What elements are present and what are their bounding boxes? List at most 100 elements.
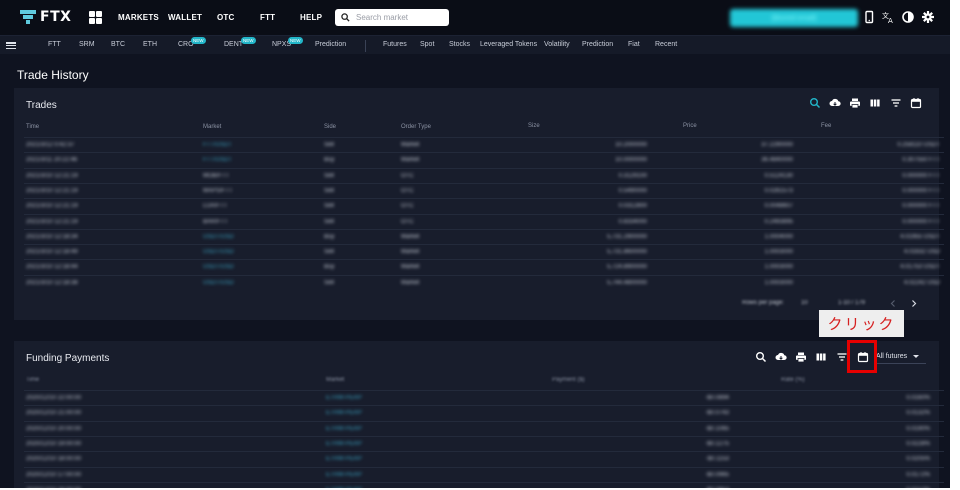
table-cell: 2020/12/10 18:00:00 — [26, 456, 82, 463]
account-email-button[interactable]: (blurred email) — [730, 9, 858, 27]
table-cell[interactable]: MAPS/FTT — [203, 188, 233, 194]
nav-ftt[interactable]: FTT — [260, 13, 275, 22]
search-input[interactable] — [356, 13, 446, 22]
subnav-btc[interactable]: BTC — [111, 41, 125, 48]
subnav-volatility[interactable]: Volatility — [544, 41, 570, 48]
subnav-fiat[interactable]: Fiat — [628, 41, 640, 48]
mobile-phone-icon[interactable] — [862, 10, 876, 24]
print-icon[interactable] — [849, 97, 861, 109]
table-cell: -$0.0743 — [705, 410, 729, 417]
settings-gear-icon[interactable] — [921, 10, 935, 24]
table-cell: Buy — [324, 233, 335, 240]
table-cell: 5,744.4800000 — [606, 279, 647, 286]
table-cell: 2020/12/10 19:00:00 — [26, 440, 82, 447]
table-cell[interactable]: LUA/FTT — [203, 203, 227, 209]
search-icon[interactable] — [755, 351, 767, 363]
table-cell[interactable]: FTT/USDT — [203, 157, 232, 163]
col-side[interactable]: Side — [324, 124, 336, 130]
table-cell: 1.0004000 — [764, 233, 793, 240]
table-cell: Market — [401, 264, 420, 271]
table-cell[interactable]: ETHW-PERP — [326, 456, 362, 462]
table-cell: 0.258110 USDT — [897, 142, 940, 148]
table-cell: 0.000000 FTT — [902, 172, 940, 179]
subnav-eth[interactable]: ETH — [143, 41, 157, 48]
table-cell: Sell — [324, 142, 335, 148]
table-row: 2021/3/10 12:21:19 BAR/FTT Sell OTC 0.833400… — [24, 213, 944, 229]
next-page-icon[interactable] — [911, 300, 917, 307]
table-cell[interactable]: ETHW-PERP — [326, 410, 362, 416]
table-cell: 0.000000 FTT — [902, 203, 940, 210]
table-cell[interactable]: USDT/USD — [203, 264, 234, 270]
subnav-futures[interactable]: Futures — [383, 41, 407, 48]
col-order-type[interactable]: Order Type — [401, 124, 431, 130]
table-cell: OTC — [401, 172, 414, 179]
table-cell: OTC — [401, 187, 414, 194]
table-cell: OTC — [401, 203, 414, 210]
search-box[interactable] — [335, 9, 449, 26]
nav-otc[interactable]: OTC — [217, 13, 235, 22]
subnav-dent[interactable]: DENT — [224, 41, 243, 48]
filter-list-icon[interactable] — [890, 97, 902, 109]
table-cell[interactable]: USDT/USD — [203, 234, 234, 240]
col-price[interactable]: Price — [683, 123, 697, 129]
table-cell[interactable]: ETHW-PERP — [326, 441, 362, 447]
subnav-spot[interactable]: Spot — [420, 41, 434, 48]
futures-filter-dropdown[interactable]: All futures — [874, 350, 926, 364]
columns-icon[interactable] — [815, 351, 827, 363]
table-cell: 0.0048607 — [764, 203, 793, 210]
theme-toggle-icon[interactable] — [901, 10, 915, 24]
table-row: 2020/12/10 19:00:00 ETHW-PERP -$0.1275 0.02… — [24, 435, 944, 451]
subnav-prediction-right[interactable]: Prediction — [582, 41, 613, 48]
nav-markets[interactable]: MARKETS — [118, 13, 159, 22]
prev-page-icon[interactable] — [890, 300, 896, 307]
table-row: 2021/3/10 12:21:19 LUA/FTT Sell OTC 0.031280… — [24, 198, 944, 213]
table-cell[interactable]: MOB/FTT — [203, 173, 229, 179]
table-cell[interactable]: ETHW-PERP — [326, 395, 362, 401]
top-navigation-bar: FTX MARKETS WALLET OTC FTT HELP (blurred… — [0, 0, 950, 35]
table-cell[interactable]: ETHW-PERP — [326, 472, 362, 478]
translate-icon[interactable]: 文 A — [881, 10, 895, 24]
table-cell: -$0.1275 — [705, 440, 729, 447]
subnav-prediction[interactable]: Prediction — [315, 41, 346, 48]
search-icon — [341, 13, 350, 22]
subnav-leveraged-tokens[interactable]: Leveraged Tokens — [480, 41, 537, 48]
col-payment[interactable]: Payment ($) — [552, 377, 585, 383]
nav-wallet[interactable]: WALLET — [168, 13, 202, 22]
subnav-stocks[interactable]: Stocks — [449, 41, 470, 48]
col-rate[interactable]: Rate (%) — [781, 377, 805, 383]
table-cell[interactable]: USDT/USD — [203, 280, 234, 286]
table-cell[interactable]: USDT/USD — [203, 249, 234, 255]
cloud-download-icon[interactable] — [829, 97, 841, 109]
subnav-recent[interactable]: Recent — [655, 41, 677, 48]
col-time[interactable]: Time — [26, 124, 39, 130]
subnav-ftt[interactable]: FTT — [48, 41, 61, 48]
table-cell: 0.5124130 — [764, 172, 793, 179]
table-cell: 5,731.8600000 — [606, 249, 647, 256]
columns-icon[interactable] — [869, 97, 881, 109]
table-cell: 0.0172% — [906, 471, 930, 478]
table-cell: 0.3129100 — [618, 172, 647, 179]
col-fee[interactable]: Fee — [821, 123, 831, 129]
table-cell: Market — [401, 142, 420, 148]
click-annotation-label: クリック — [819, 310, 904, 337]
col-market[interactable]: Market — [203, 124, 221, 130]
table-cell[interactable]: BAR/FTT — [203, 219, 228, 225]
nav-help[interactable]: HELP — [300, 13, 322, 22]
col-market[interactable]: Market — [326, 377, 344, 383]
trades-card: Trades Time Market Side Order Type Size … — [14, 88, 944, 320]
table-cell[interactable]: FTT/USDT — [203, 142, 232, 148]
col-time[interactable]: Time — [26, 377, 39, 383]
search-icon[interactable] — [809, 97, 821, 109]
rows-per-page-select[interactable]: 10 — [801, 300, 808, 306]
apps-grid-icon[interactable] — [89, 11, 102, 24]
subnav-srm[interactable]: SRM — [79, 41, 95, 48]
print-icon[interactable] — [795, 351, 807, 363]
col-size[interactable]: Size — [528, 123, 540, 129]
calendar-icon[interactable] — [910, 97, 922, 109]
table-cell: Market — [401, 249, 420, 256]
ftx-logo[interactable]: FTX — [20, 9, 71, 25]
cloud-download-icon[interactable] — [775, 351, 787, 363]
table-cell[interactable]: ETHW-PERP — [326, 426, 362, 432]
menu-hamburger-icon[interactable] — [6, 42, 16, 49]
table-cell: 2021/3/10 12:18:49 — [26, 249, 78, 256]
